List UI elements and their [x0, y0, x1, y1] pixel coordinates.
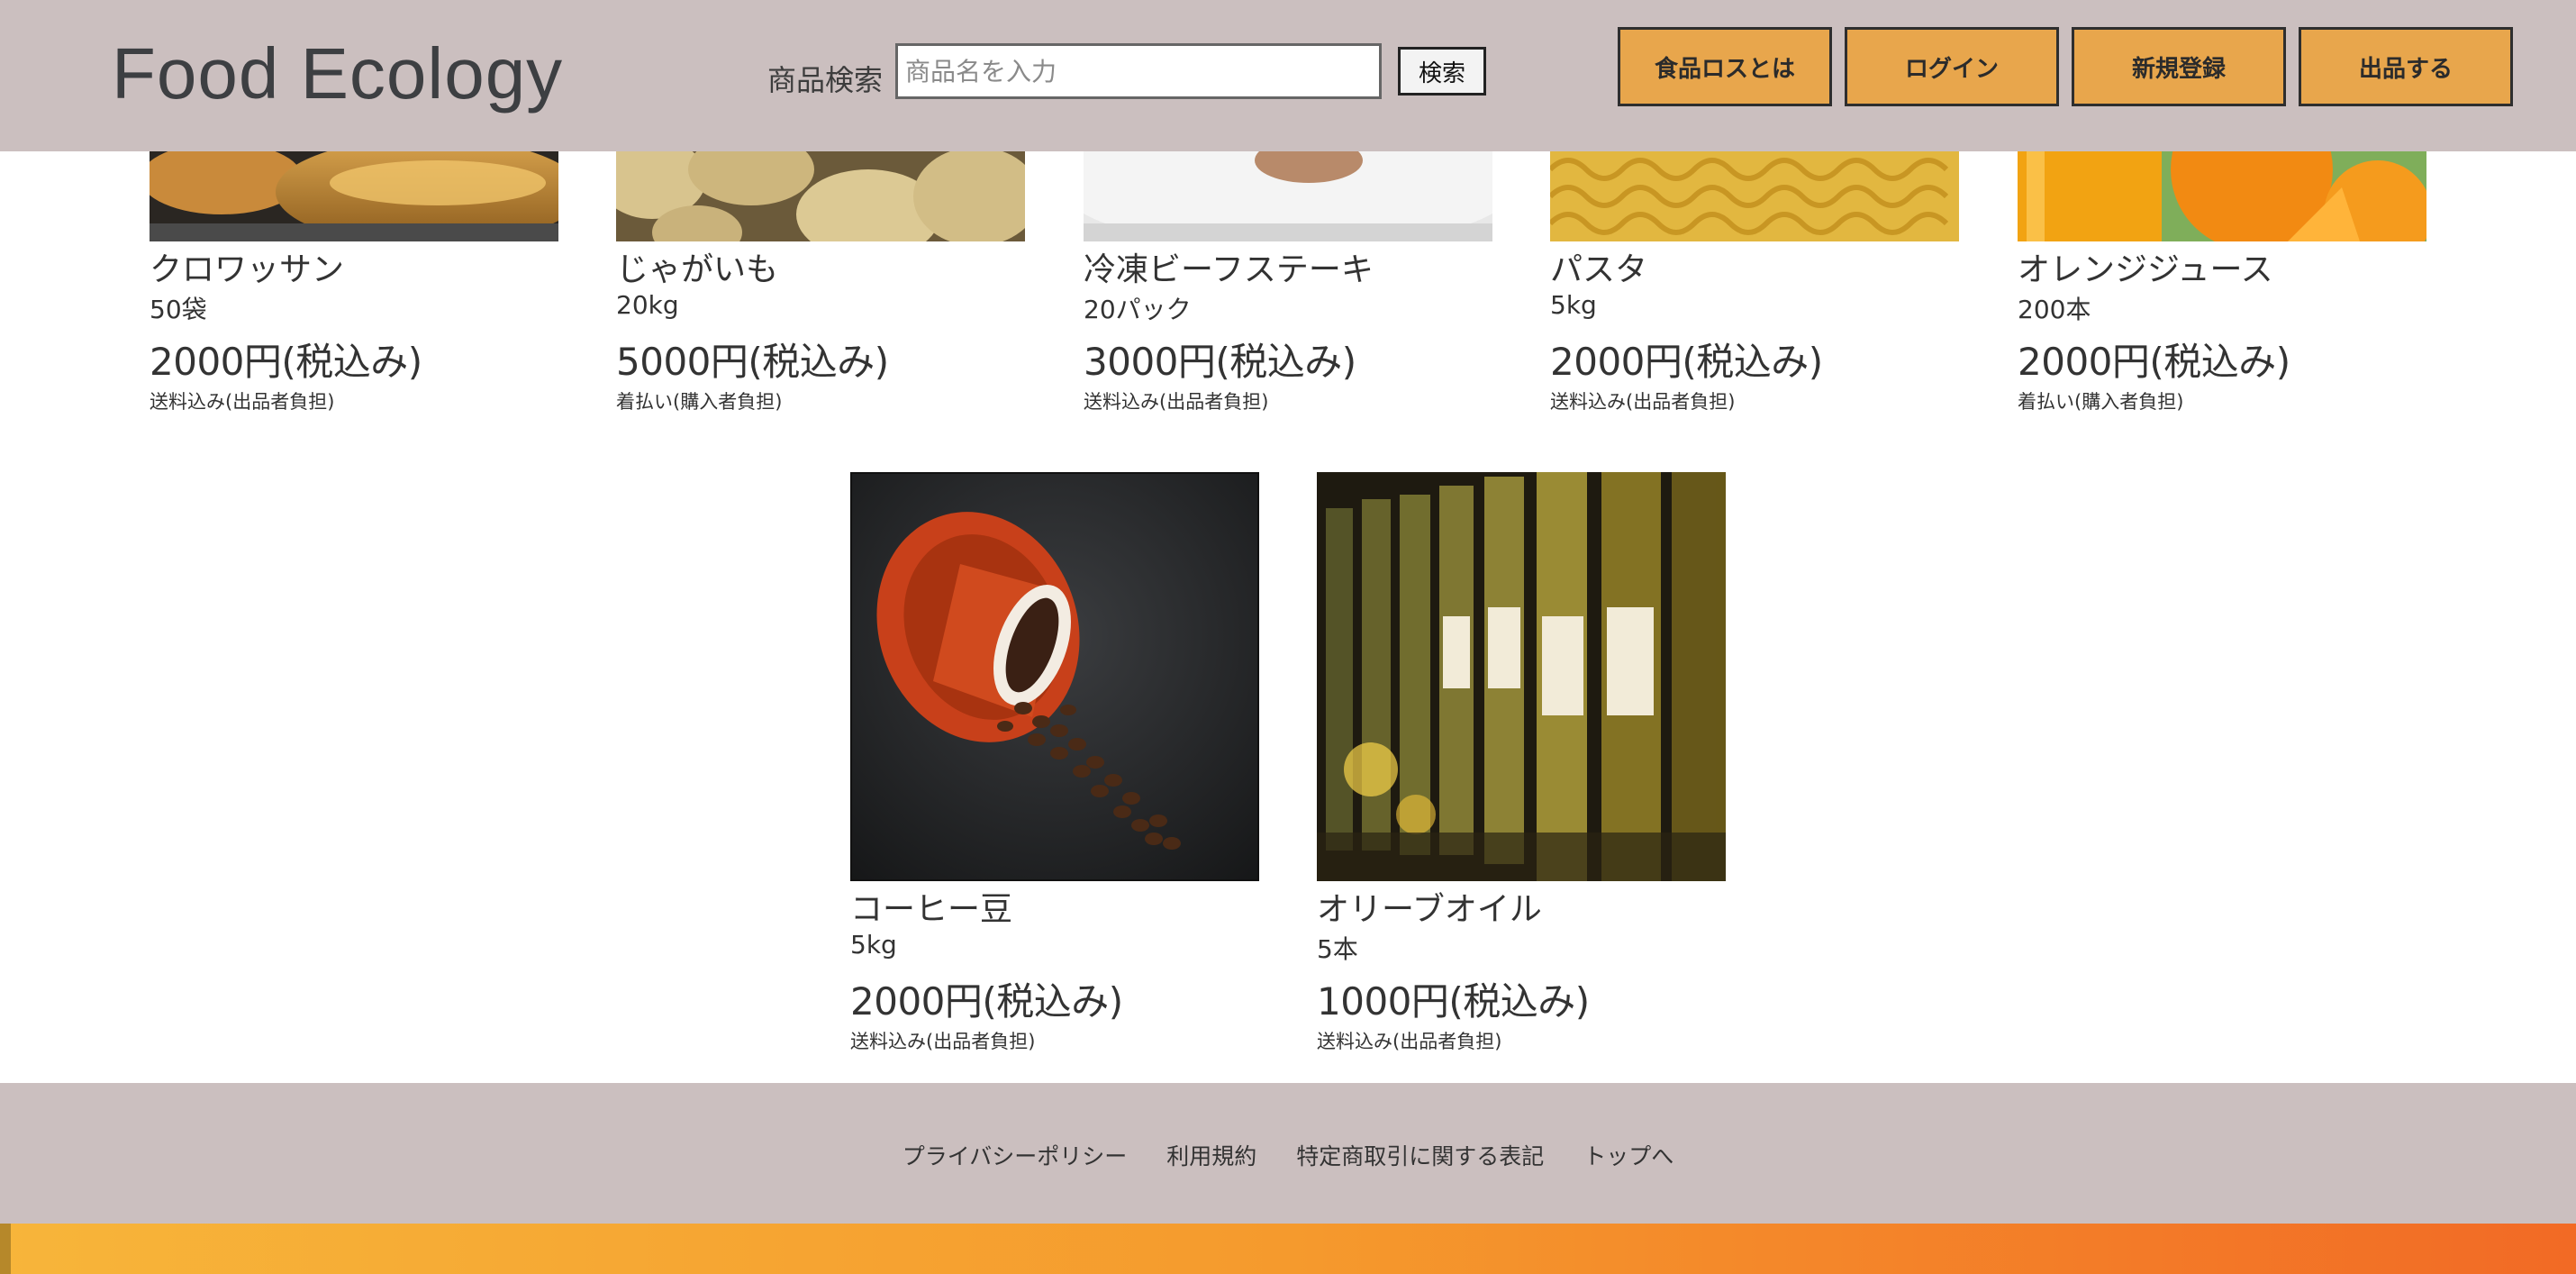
food-loss-about-button[interactable]: 食品ロスとは [1618, 27, 1832, 106]
product-name[interactable]: オレンジジュース [2018, 243, 2273, 290]
product-name[interactable]: じゃがいも [616, 243, 778, 290]
product-quantity: 20kg [616, 290, 679, 320]
product-price: 5000円(税込み) [616, 340, 889, 384]
product-price: 2000円(税込み) [1550, 340, 1823, 384]
product-price: 2000円(税込み) [2018, 340, 2290, 384]
product-name[interactable]: コーヒー豆 [850, 883, 1012, 930]
product-shipping: 送料込み(出品者負担) [850, 1031, 1036, 1052]
sell-button[interactable]: 出品する [2299, 27, 2513, 106]
product-price: 1000円(税込み) [1317, 979, 1590, 1024]
product-price: 3000円(税込み) [1084, 340, 1356, 384]
footer-link-commercial-law[interactable]: 特定商取引に関する表記 [1296, 1143, 1544, 1169]
site-logo[interactable]: Food Ecology [112, 32, 563, 115]
olive-oil-image[interactable] [1317, 472, 1726, 881]
orange-juice-image[interactable] [2018, 151, 2426, 241]
potatoes-image[interactable] [616, 151, 1025, 241]
product-quantity: 5本 [1317, 934, 1358, 964]
footer-link-privacy[interactable]: プライバシーポリシー [903, 1143, 1128, 1169]
product-shipping: 送料込み(出品者負担) [1084, 391, 1269, 413]
bottom-gradient-bar [0, 1224, 2576, 1274]
steak-image[interactable] [1084, 151, 1492, 241]
product-quantity: 5kg [850, 930, 897, 960]
product-name[interactable]: クロワッサン [150, 243, 344, 290]
product-quantity: 5kg [1550, 290, 1597, 320]
product-name[interactable]: オリーブオイル [1317, 883, 1542, 930]
product-shipping: 送料込み(出品者負担) [1317, 1031, 1502, 1052]
footer-link-terms[interactable]: 利用規約 [1166, 1143, 1256, 1169]
croissant-image[interactable] [150, 151, 558, 241]
footer-links: プライバシーポリシー 利用規約 特定商取引に関する表記 トップへ [0, 1139, 2576, 1171]
product-quantity: 20パック [1084, 295, 1192, 324]
pasta-image[interactable] [1550, 151, 1959, 241]
footer-link-top[interactable]: トップへ [1583, 1143, 1673, 1169]
product-price: 2000円(税込み) [850, 979, 1123, 1024]
product-shipping: 送料込み(出品者負担) [150, 391, 335, 413]
product-shipping: 着払い(購入者負担) [2018, 391, 2184, 413]
coffee-beans-image[interactable] [850, 472, 1259, 881]
search-button[interactable]: 検索 [1398, 47, 1486, 96]
login-button[interactable]: ログイン [1845, 27, 2059, 106]
product-shipping: 着払い(購入者負担) [616, 391, 783, 413]
product-name[interactable]: パスタ [1550, 243, 1647, 290]
site-header: Food Ecology 商品検索 検索 食品ロスとは ログイン 新規登録 出品… [0, 0, 2576, 151]
product-quantity: 50袋 [150, 295, 207, 324]
search-input[interactable] [895, 43, 1382, 99]
product-shipping: 送料込み(出品者負担) [1550, 391, 1736, 413]
bottom-bar-edge [0, 1224, 11, 1274]
product-price: 2000円(税込み) [150, 340, 422, 384]
product-quantity: 200本 [2018, 295, 2091, 324]
product-name[interactable]: 冷凍ビーフステーキ [1084, 243, 1374, 290]
search-label: 商品検索 [767, 63, 884, 97]
signup-button[interactable]: 新規登録 [2072, 27, 2286, 106]
